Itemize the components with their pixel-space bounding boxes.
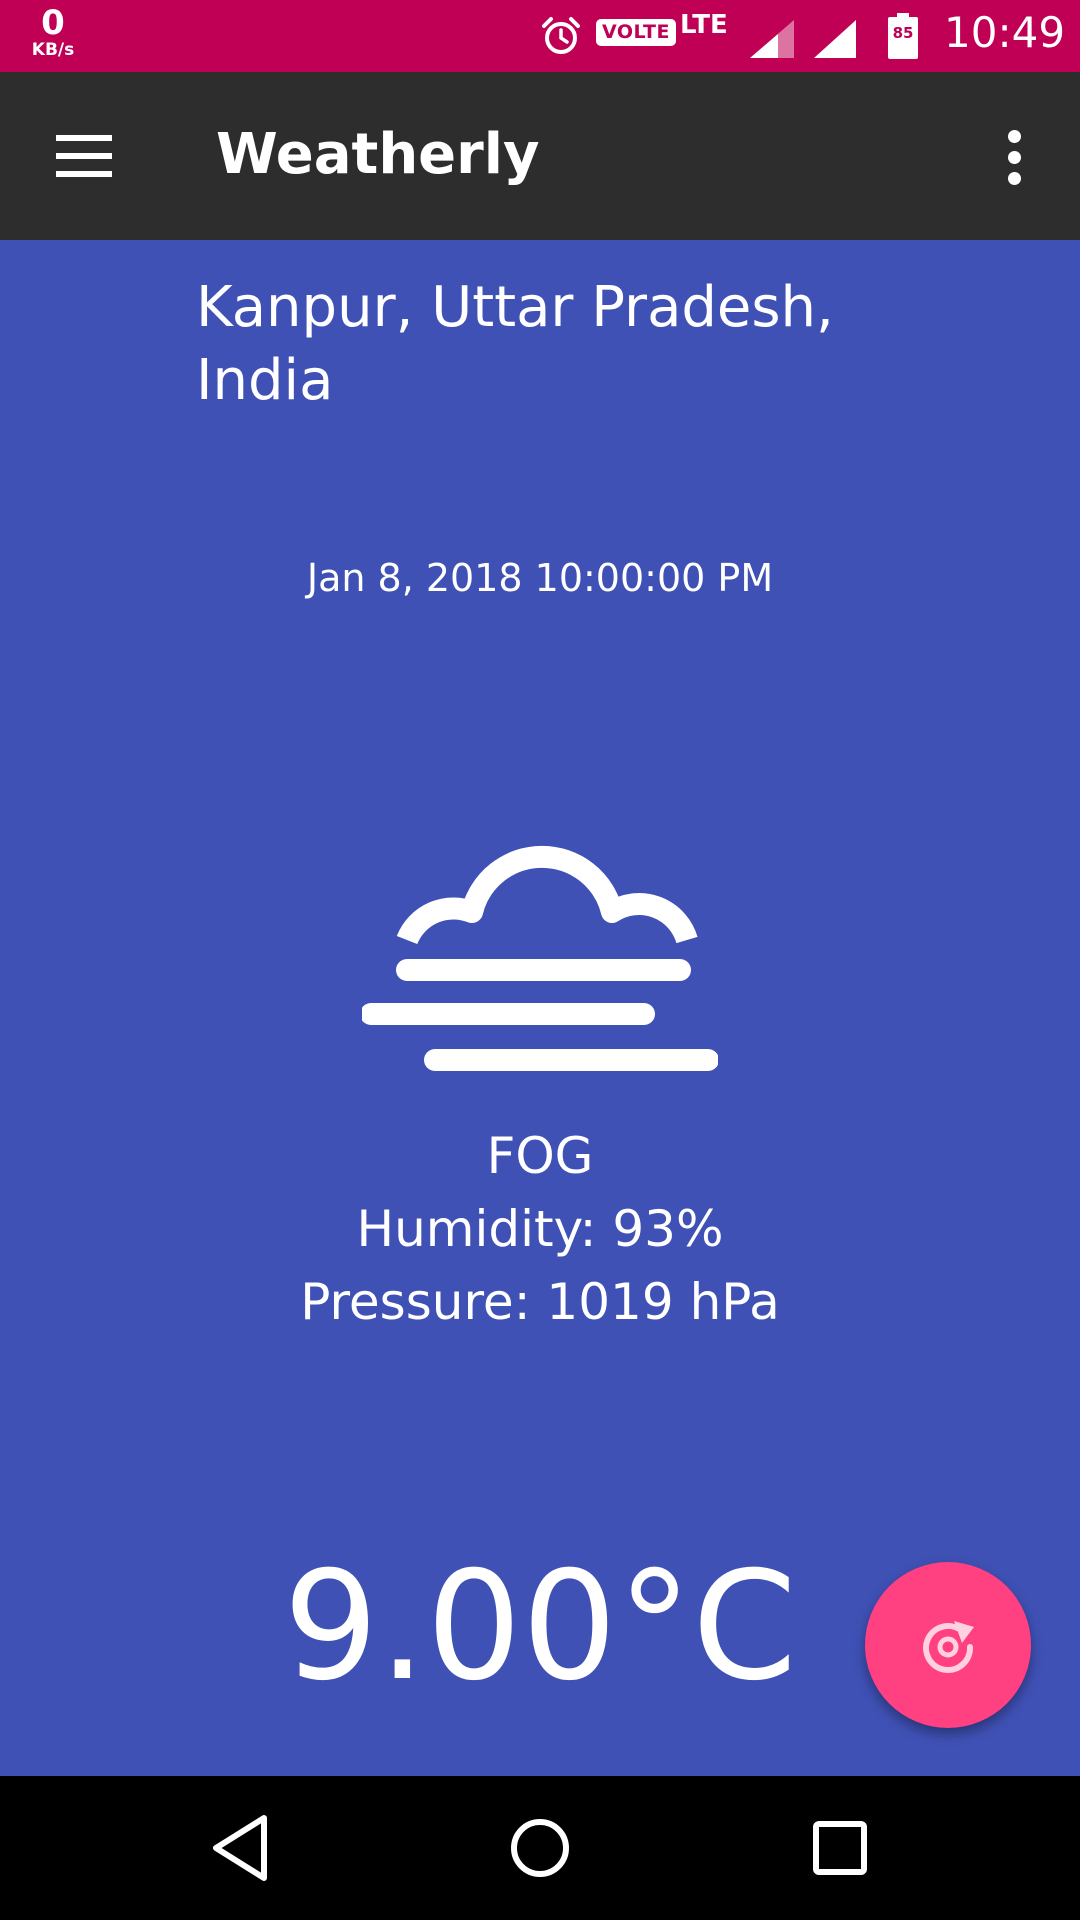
app-title: Weatherly (216, 122, 540, 187)
battery-level: 85 (892, 24, 914, 42)
signal-icon (814, 20, 856, 58)
refresh-button[interactable] (865, 1562, 1031, 1728)
status-bar: 0 KB/s VOLTE LTE 85 10:49 (0, 0, 1080, 72)
weather-screen: 0 KB/s VOLTE LTE 85 10:49 Weatherly Kanp… (0, 0, 1080, 1920)
clock: 10:49 (944, 8, 1066, 57)
location-name: Kanpur, Uttar Pradesh, India (196, 275, 834, 413)
navigation-bar (0, 1776, 1080, 1920)
app-bar: Weatherly (0, 72, 1080, 240)
network-speed-unit: KB/s (31, 40, 75, 60)
forecast-datetime: Jan 8, 2018 10:00:00 PM (306, 556, 774, 600)
network-speed-value: 0 (41, 3, 65, 43)
humidity-value: Humidity: 93% (356, 1200, 724, 1258)
network-type: LTE (680, 10, 728, 40)
recents-icon[interactable] (800, 1808, 880, 1888)
alarm-icon (542, 17, 580, 54)
home-icon[interactable] (500, 1808, 580, 1888)
back-icon[interactable] (200, 1808, 280, 1888)
more-vert-icon[interactable] (994, 130, 1034, 186)
pressure-value: Pressure: 1019 hPa (300, 1273, 780, 1331)
fog-icon (362, 845, 718, 1071)
signal-icon (750, 20, 794, 58)
refresh-icon (923, 1621, 974, 1673)
weather-condition: FOG (486, 1127, 594, 1185)
volte-badge: VOLTE (596, 19, 676, 46)
menu-icon[interactable] (56, 135, 112, 177)
network-speed: 0 KB/s (22, 6, 84, 59)
